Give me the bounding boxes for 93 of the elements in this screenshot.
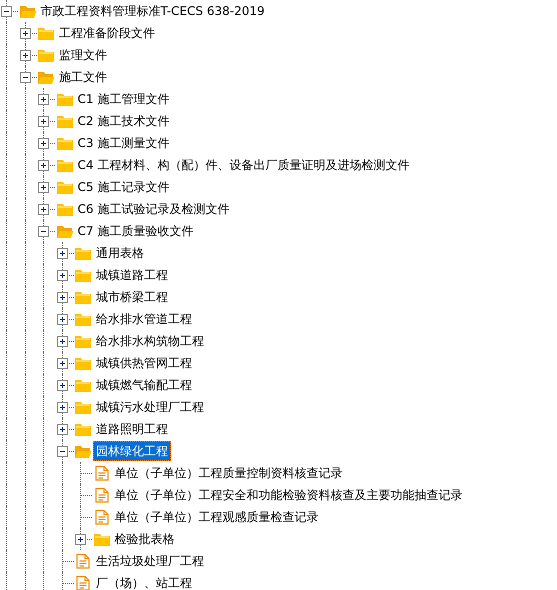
tree-item[interactable]: 工程准备阶段文件: [56, 23, 158, 43]
tree-item[interactable]: 单位（子单位）工程观感质量检查记录: [112, 507, 322, 527]
plus-icon: [39, 205, 48, 214]
document-icon: [92, 465, 110, 481]
plus-icon: [39, 117, 48, 126]
tree-item[interactable]: 检验批表格: [112, 529, 178, 549]
expander-button[interactable]: [38, 116, 49, 127]
tree-item[interactable]: 给水排水构筑物工程: [93, 331, 207, 351]
folder-icon: [37, 25, 55, 41]
expander-button[interactable]: [38, 160, 49, 171]
tree-item[interactable]: 通用表格: [93, 243, 147, 263]
folder-icon: [92, 531, 110, 547]
tree-item[interactable]: 给水排水管道工程: [93, 309, 195, 329]
tree-item[interactable]: C6 施工试验记录及检测文件: [74, 199, 232, 219]
plus-icon: [58, 249, 66, 258]
document-icon: [92, 487, 110, 503]
expander-button[interactable]: [56, 402, 68, 413]
expander-button[interactable]: [1, 6, 12, 17]
plus-icon: [39, 161, 48, 170]
open-folder-icon: [18, 3, 36, 19]
plus-icon: [76, 535, 85, 544]
expander-button[interactable]: [38, 138, 49, 149]
folder-icon: [37, 47, 55, 63]
tree-item[interactable]: 园林绿化工程: [93, 441, 171, 461]
tree-item[interactable]: 厂（场）、站工程: [93, 573, 195, 590]
folder-icon: [56, 113, 74, 129]
open-folder-icon: [74, 443, 92, 459]
folder-icon: [56, 135, 74, 151]
expander-button[interactable]: [38, 94, 49, 105]
tree-item[interactable]: 单位（子单位）工程安全和功能检验资料核查及主要功能抽查记录: [112, 485, 466, 505]
folder-icon: [56, 201, 74, 217]
expander-button[interactable]: [56, 314, 68, 325]
folder-icon: [74, 333, 92, 349]
plus-icon: [58, 425, 66, 434]
plus-icon: [58, 293, 66, 302]
expander-button[interactable]: [38, 226, 49, 237]
folder-icon: [74, 399, 92, 415]
folder-icon: [74, 311, 92, 327]
open-folder-icon: [56, 223, 74, 239]
tree-item[interactable]: C5 施工记录文件: [74, 177, 172, 197]
expander-button[interactable]: [56, 424, 68, 435]
plus-icon: [58, 337, 66, 346]
folder-icon: [56, 179, 74, 195]
folder-icon: [74, 355, 92, 371]
expander-button[interactable]: [56, 270, 68, 281]
tree-item[interactable]: 城镇污水处理厂工程: [93, 397, 207, 417]
expander-button[interactable]: [56, 336, 68, 347]
tree-item[interactable]: C1 施工管理文件: [74, 89, 172, 109]
tree-item[interactable]: C4 工程材料、构（配）件、设备出厂质量证明及进场检测文件: [74, 155, 412, 175]
expander-button[interactable]: [75, 534, 86, 545]
expander-button[interactable]: [20, 72, 30, 83]
plus-icon: [39, 95, 48, 104]
tree-item[interactable]: 城镇道路工程: [93, 265, 171, 285]
expander-button[interactable]: [20, 50, 30, 61]
plus-icon: [58, 271, 66, 280]
tree-item[interactable]: 施工文件: [56, 67, 110, 87]
tree-item[interactable]: 生活垃圾处理厂工程: [93, 551, 207, 571]
tree-item[interactable]: C2 施工技术文件: [74, 111, 172, 131]
tree-item[interactable]: 单位（子单位）工程质量控制资料核查记录: [112, 463, 346, 483]
expander-button[interactable]: [56, 446, 68, 457]
expander-button[interactable]: [38, 204, 49, 215]
tree-item[interactable]: 城镇燃气输配工程: [93, 375, 195, 395]
folder-icon: [74, 289, 92, 305]
expander-button[interactable]: [20, 28, 30, 39]
open-folder-icon: [37, 69, 55, 85]
document-icon: [92, 509, 110, 525]
tree-item[interactable]: C3 施工测量文件: [74, 133, 172, 153]
expander-button[interactable]: [38, 182, 49, 193]
plus-icon: [20, 51, 30, 60]
expander-button[interactable]: [56, 380, 68, 391]
expander-button[interactable]: [56, 292, 68, 303]
folder-icon: [74, 421, 92, 437]
expander-button[interactable]: [56, 358, 68, 369]
plus-icon: [58, 403, 66, 412]
expander-button[interactable]: [56, 248, 68, 259]
tree-item[interactable]: C7 施工质量验收文件: [74, 221, 196, 241]
folder-icon: [74, 267, 92, 283]
folder-icon: [74, 245, 92, 261]
tree-item[interactable]: 监理文件: [56, 45, 110, 65]
plus-icon: [58, 381, 66, 390]
folder-icon: [56, 91, 74, 107]
document-icon: [74, 553, 92, 569]
folder-icon: [74, 377, 92, 393]
folder-icon: [56, 157, 74, 173]
tree-item[interactable]: 道路照明工程: [93, 419, 171, 439]
tree-item[interactable]: 城市桥梁工程: [93, 287, 171, 307]
plus-icon: [58, 359, 66, 368]
plus-icon: [39, 139, 48, 148]
tree-item[interactable]: 市政工程资料管理标准T-CECS 638-2019: [38, 1, 268, 21]
plus-icon: [39, 183, 48, 192]
plus-icon: [58, 315, 66, 324]
plus-icon: [20, 29, 30, 38]
tree-item[interactable]: 城镇供热管网工程: [93, 353, 195, 373]
